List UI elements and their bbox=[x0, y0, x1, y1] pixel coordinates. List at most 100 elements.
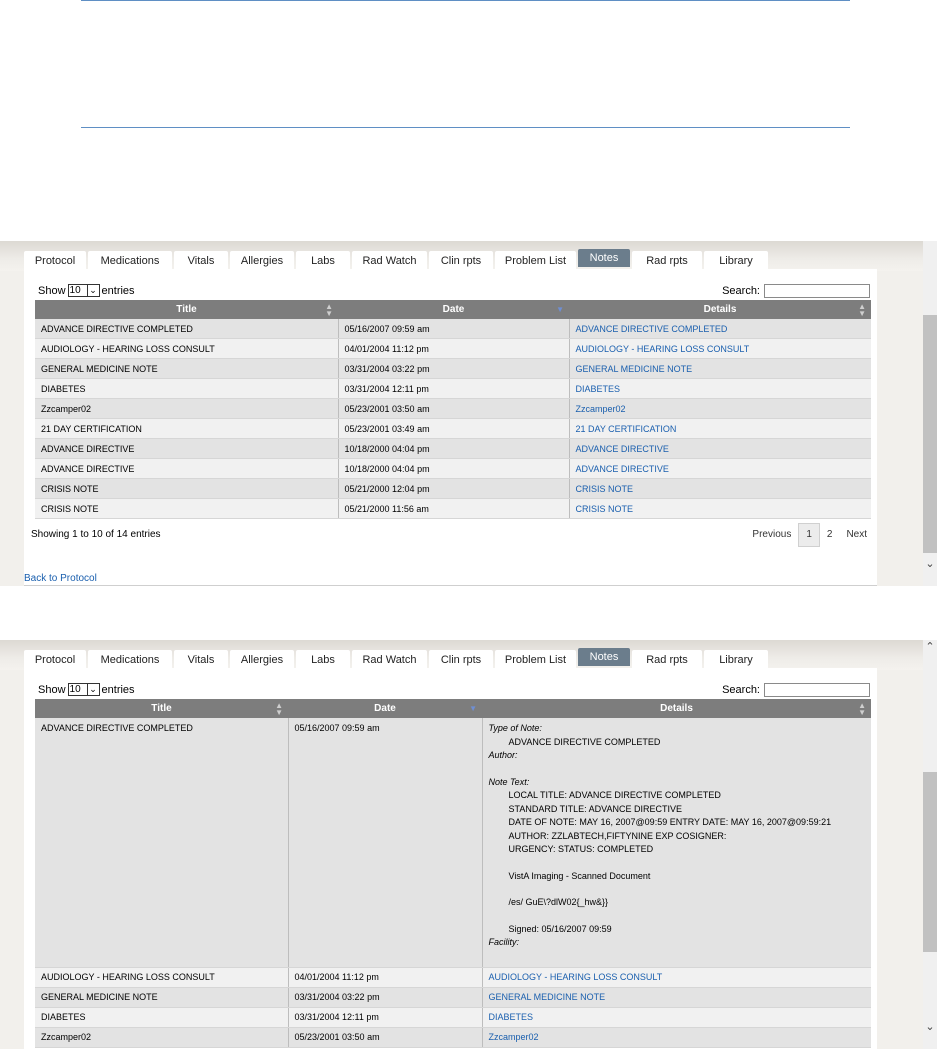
tab-problem-list[interactable]: Problem List bbox=[495, 650, 576, 669]
tab-clin-rpts[interactable]: Clin rpts bbox=[429, 251, 493, 270]
table-row[interactable]: DIABETES 03/31/2004 12:11 pm DIABETES bbox=[35, 1007, 871, 1028]
column-header-details[interactable]: Details ▲ ▼ bbox=[482, 699, 871, 718]
tab-allergies[interactable]: Allergies bbox=[230, 650, 294, 669]
scroll-up-icon[interactable]: ⌃ bbox=[924, 640, 936, 653]
tab-vitals[interactable]: Vitals bbox=[174, 251, 228, 270]
scroll-down-icon[interactable]: ⌄ bbox=[924, 557, 936, 570]
tab-notes[interactable]: Notes bbox=[578, 249, 630, 267]
column-header-date[interactable]: Date ▼ bbox=[338, 300, 569, 319]
pagination-previous[interactable]: Previous bbox=[745, 524, 798, 546]
note-line: STANDARD TITLE: ADVANCE DIRECTIVE bbox=[508, 803, 683, 814]
table-row[interactable]: AUDIOLOGY - HEARING LOSS CONSULT 04/01/20… bbox=[35, 338, 871, 359]
table-row[interactable]: GENERAL MEDICINE NOTE 03/31/2004 03:22 pm… bbox=[35, 358, 871, 379]
table-row[interactable]: ADVANCE DIRECTIVE COMPLETED 05/16/2007 09… bbox=[35, 319, 871, 339]
tab-bar: Protocol Medications Vitals Allergies La… bbox=[24, 249, 770, 271]
note-line: LOCAL TITLE: ADVANCE DIRECTIVE COMPLETED bbox=[508, 790, 721, 800]
tab-bar: Protocol Medications Vitals Allergies La… bbox=[24, 648, 770, 670]
tab-protocol[interactable]: Protocol bbox=[24, 650, 86, 669]
details-link[interactable]: 21 DAY CERTIFICATION bbox=[576, 424, 677, 434]
tab-medications[interactable]: Medications bbox=[88, 251, 172, 270]
column-header-details[interactable]: Details ▲ ▼ bbox=[569, 300, 871, 319]
table-row[interactable]: ADVANCE DIRECTIVE COMPLETED 05/16/2007 0… bbox=[35, 718, 871, 968]
table-row[interactable]: ADVANCE DIRECTIVE 10/18/2000 04:04 pm ADVA… bbox=[35, 438, 871, 459]
table-row[interactable]: DIABETES 03/31/2004 12:11 pm DIABETES bbox=[35, 378, 871, 399]
chevron-down-icon: ⌄ bbox=[86, 285, 99, 296]
entries-select[interactable]: 10 ⌄ bbox=[67, 284, 100, 297]
tab-allergies[interactable]: Allergies bbox=[230, 251, 294, 270]
details-link[interactable]: ADVANCE DIRECTIVE bbox=[576, 444, 669, 454]
table-row[interactable]: Zzcamper02 05/23/2001 03:50 am Zzcamper0… bbox=[35, 1027, 871, 1048]
scrollbar[interactable]: ⌃ ⌄ bbox=[923, 640, 937, 1049]
details-link[interactable]: DIABETES bbox=[489, 1012, 534, 1022]
cell-date: 03/31/2004 12:11 pm bbox=[338, 378, 570, 399]
length-menu-suffix: entries bbox=[101, 284, 135, 297]
tab-rad-rpts[interactable]: Rad rpts bbox=[632, 251, 702, 270]
details-link[interactable]: GENERAL MEDICINE NOTE bbox=[576, 364, 693, 374]
cell-details: AUDIOLOGY - HEARING LOSS CONSULT bbox=[569, 338, 871, 359]
table-row[interactable]: GENERAL MEDICINE NOTE 03/31/2004 03:22 p… bbox=[35, 987, 871, 1008]
table-row[interactable]: CRISIS NOTE 05/21/2000 11:56 am CRISIS NOT… bbox=[35, 498, 871, 519]
cell-date: 05/16/2007 09:59 am bbox=[338, 319, 570, 339]
cell-date: 05/23/2001 03:49 am bbox=[338, 418, 570, 439]
back-to-protocol-link[interactable]: Back to Protocol bbox=[24, 573, 97, 584]
column-header-date[interactable]: Date ▼ bbox=[288, 699, 482, 718]
tab-rad-watch[interactable]: Rad Watch bbox=[352, 251, 427, 270]
pagination: Previous 1 2 Next bbox=[745, 523, 874, 547]
cell-title: ADVANCE DIRECTIVE bbox=[35, 458, 339, 479]
table-info: Showing 1 to 10 of 14 entries bbox=[31, 529, 161, 540]
tab-labs[interactable]: Labs bbox=[296, 251, 350, 270]
column-header-title[interactable]: Title ▲ ▼ bbox=[35, 300, 338, 319]
details-link[interactable]: ADVANCE DIRECTIVE COMPLETED bbox=[576, 324, 728, 334]
details-link[interactable]: ADVANCE DIRECTIVE bbox=[576, 464, 669, 474]
pagination-page-1[interactable]: 1 bbox=[798, 523, 820, 547]
length-menu: Show 10 ⌄ entries bbox=[38, 284, 135, 297]
tab-library[interactable]: Library bbox=[704, 650, 768, 669]
table-row[interactable]: 21 DAY CERTIFICATION 05/23/2001 03:49 am 2… bbox=[35, 418, 871, 439]
cell-date: 05/23/2001 03:50 am bbox=[288, 1027, 483, 1048]
details-link[interactable]: Zzcamper02 bbox=[489, 1032, 539, 1042]
cell-details: ADVANCE DIRECTIVE bbox=[569, 458, 871, 479]
tab-vitals[interactable]: Vitals bbox=[174, 650, 228, 669]
details-link[interactable]: Zzcamper02 bbox=[576, 404, 626, 414]
sort-icon: ▲ ▼ bbox=[858, 302, 866, 318]
table-row[interactable]: AUDIOLOGY - HEARING LOSS CONSULT 04/01/2… bbox=[35, 967, 871, 988]
tab-clin-rpts[interactable]: Clin rpts bbox=[429, 650, 493, 669]
search-input[interactable] bbox=[764, 683, 870, 697]
entries-select[interactable]: 10 ⌄ bbox=[67, 683, 100, 696]
author-label: Author: bbox=[488, 750, 518, 760]
code-line: /es/ GuE\?dlW02{_hw&}} bbox=[508, 897, 609, 907]
details-link[interactable]: CRISIS NOTE bbox=[576, 504, 634, 514]
tab-notes[interactable]: Notes bbox=[578, 648, 630, 666]
tab-protocol[interactable]: Protocol bbox=[24, 251, 86, 270]
table-row[interactable]: ADVANCE DIRECTIVE 10/18/2000 04:04 pm ADVA… bbox=[35, 458, 871, 479]
tab-problem-list[interactable]: Problem List bbox=[495, 251, 576, 270]
cell-title: 21 DAY CERTIFICATION bbox=[35, 418, 339, 439]
table-row[interactable]: CRISIS NOTE 05/21/2000 12:04 pm CRISIS NOT… bbox=[35, 478, 871, 499]
pagination-page-2[interactable]: 2 bbox=[820, 524, 840, 546]
cell-details: DIABETES bbox=[569, 378, 871, 399]
details-link[interactable]: AUDIOLOGY - HEARING LOSS CONSULT bbox=[489, 972, 663, 982]
tab-rad-rpts[interactable]: Rad rpts bbox=[632, 650, 702, 669]
tab-labs[interactable]: Labs bbox=[296, 650, 350, 669]
column-header-title[interactable]: Title ▲ ▼ bbox=[35, 699, 288, 718]
cell-date: 05/21/2000 12:04 pm bbox=[338, 478, 570, 499]
scrollbar-thumb[interactable] bbox=[923, 315, 937, 553]
search-input[interactable] bbox=[764, 284, 870, 298]
scroll-down-icon[interactable]: ⌄ bbox=[924, 1020, 936, 1033]
tab-rad-watch[interactable]: Rad Watch bbox=[352, 650, 427, 669]
details-link[interactable]: CRISIS NOTE bbox=[576, 484, 634, 494]
cell-title: GENERAL MEDICINE NOTE bbox=[35, 358, 339, 379]
scrollbar-thumb[interactable] bbox=[923, 772, 937, 952]
pagination-next[interactable]: Next bbox=[839, 524, 874, 546]
cell-date: 05/16/2007 09:59 am bbox=[288, 718, 483, 968]
details-link[interactable]: DIABETES bbox=[576, 384, 621, 394]
table-row[interactable]: Zzcamper02 05/23/2001 03:50 am Zzcamper02 bbox=[35, 398, 871, 419]
tab-library[interactable]: Library bbox=[704, 251, 768, 270]
details-link[interactable]: GENERAL MEDICINE NOTE bbox=[489, 992, 606, 1002]
cell-title: ADVANCE DIRECTIVE COMPLETED bbox=[35, 319, 339, 339]
tab-medications[interactable]: Medications bbox=[88, 650, 172, 669]
scrollbar[interactable]: ⌄ bbox=[923, 241, 937, 586]
details-link[interactable]: AUDIOLOGY - HEARING LOSS CONSULT bbox=[576, 344, 750, 354]
